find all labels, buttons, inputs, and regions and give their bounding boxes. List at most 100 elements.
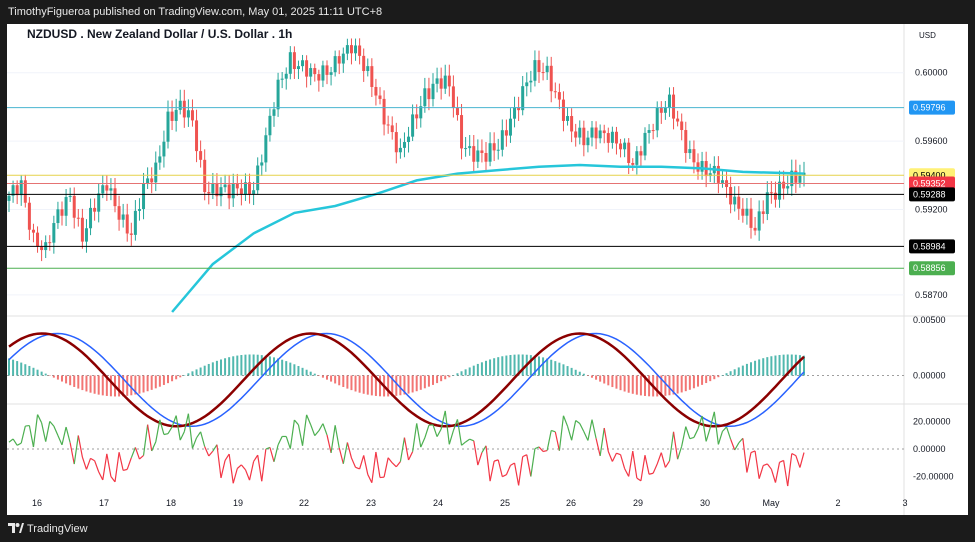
macd-histogram-bar (330, 375, 333, 382)
chart-title: NZDUSD . New Zealand Dollar / U.S. Dolla… (27, 27, 292, 41)
candle-body (590, 127, 594, 138)
macd-histogram-bar (562, 364, 565, 376)
macd-histogram-bar (509, 354, 512, 376)
candle-body (150, 178, 154, 183)
macd-histogram-bar (692, 375, 695, 389)
candle-body (553, 91, 557, 93)
candle-body (427, 88, 431, 100)
x-tick-label: May (762, 498, 780, 508)
macd-histogram-bar (268, 356, 271, 376)
candle-body (36, 232, 40, 247)
macd-histogram-bar (554, 361, 557, 376)
candle-body (655, 107, 659, 131)
candle-body (117, 206, 121, 220)
candle-body (60, 209, 64, 216)
candle-body (272, 109, 276, 116)
macd-histogram-bar (350, 375, 353, 391)
macd-histogram-bar (191, 371, 194, 376)
candle-body (476, 150, 480, 162)
candle-body (688, 149, 692, 154)
candle-body (260, 162, 264, 166)
candle-body (48, 242, 52, 244)
chart-svg[interactable]: NZDUSD . New Zealand Dollar / U.S. Dolla… (7, 24, 968, 515)
macd-histogram-bar (774, 355, 777, 376)
macd-histogram-bar (513, 354, 516, 376)
x-tick-label: 26 (566, 498, 576, 508)
macd-histogram-bar (207, 363, 210, 376)
candle-body (402, 142, 406, 148)
macd-histogram-bar (293, 364, 296, 376)
macd-histogram-bar (419, 375, 422, 390)
candle-body (606, 133, 610, 143)
macd-histogram-bar (358, 375, 361, 393)
x-tick-label: 19 (233, 498, 243, 508)
candle-body (684, 130, 688, 154)
macd-histogram-bar (497, 357, 500, 376)
candle-body (174, 109, 178, 121)
chart-area[interactable]: NZDUSD . New Zealand Dollar / U.S. Dolla… (7, 24, 968, 515)
candle-body (190, 110, 194, 121)
macd-histogram-bar (460, 371, 463, 376)
macd-histogram-bar (370, 375, 373, 396)
price-level-label: 0.59288 (913, 189, 946, 199)
candle-body (582, 127, 586, 146)
candle-body (700, 161, 704, 172)
macd-histogram-bar (574, 369, 577, 376)
macd-histogram-bar (603, 375, 606, 384)
candle-body (113, 188, 117, 207)
macd-histogram-bar (281, 359, 284, 376)
candle-body (182, 100, 186, 118)
macd-histogram-bar (118, 375, 121, 397)
macd-histogram-bar (489, 359, 492, 376)
macd-histogram-bar (215, 360, 218, 376)
candle-body (231, 183, 235, 199)
macd-histogram-bar (750, 362, 752, 376)
candle-body (276, 79, 280, 110)
macd-histogram-bar (240, 355, 243, 376)
macd-histogram-bar (766, 357, 769, 376)
macd-histogram-bar (130, 375, 133, 396)
price-level-label: 0.59796 (913, 103, 946, 113)
candle-body (574, 131, 578, 138)
macd-histogram-bar (301, 367, 304, 376)
candle-body (374, 86, 378, 96)
candle-body (492, 143, 496, 151)
candle-body (349, 45, 353, 54)
macd-histogram-bar (440, 375, 443, 382)
macd-histogram-bar (313, 373, 316, 376)
macd-histogram-bar (126, 375, 129, 396)
candle-body (93, 207, 97, 212)
macd-histogram-bar (688, 375, 691, 390)
candle-body (680, 121, 684, 131)
candle-body (545, 65, 549, 73)
candle-body (761, 211, 765, 215)
macd-histogram-bar (578, 371, 581, 376)
macd-histogram-bar (407, 375, 410, 394)
macd-histogram-bar (399, 375, 402, 396)
candle-body (142, 183, 146, 210)
macd-histogram-bar (717, 375, 720, 378)
candle-body (659, 107, 663, 113)
candle-body (643, 132, 647, 156)
macd-histogram-bar (309, 371, 312, 376)
macd-histogram-bar (354, 375, 357, 392)
candle-body (533, 60, 537, 81)
candle-body (345, 45, 349, 54)
candle-body (309, 68, 313, 77)
candle-body (398, 147, 402, 153)
publisher-header: TimothyFigueroa published on TradingView… (0, 0, 975, 24)
x-tick-label: 3 (902, 498, 907, 508)
macd-histogram-bar (493, 358, 496, 376)
candle-body (508, 118, 512, 136)
macd-histogram-bar (725, 373, 728, 376)
candle-body (407, 136, 411, 143)
macd-histogram-bar (505, 355, 508, 376)
candle-body (464, 148, 468, 150)
macd-histogram-bar (684, 375, 687, 392)
candle-body (439, 78, 443, 89)
macd-histogram-bar (342, 375, 345, 387)
macd-histogram-bar (436, 375, 439, 384)
candle-body (166, 111, 170, 142)
candle-body (623, 142, 627, 150)
macd-histogram-bar (146, 375, 149, 392)
